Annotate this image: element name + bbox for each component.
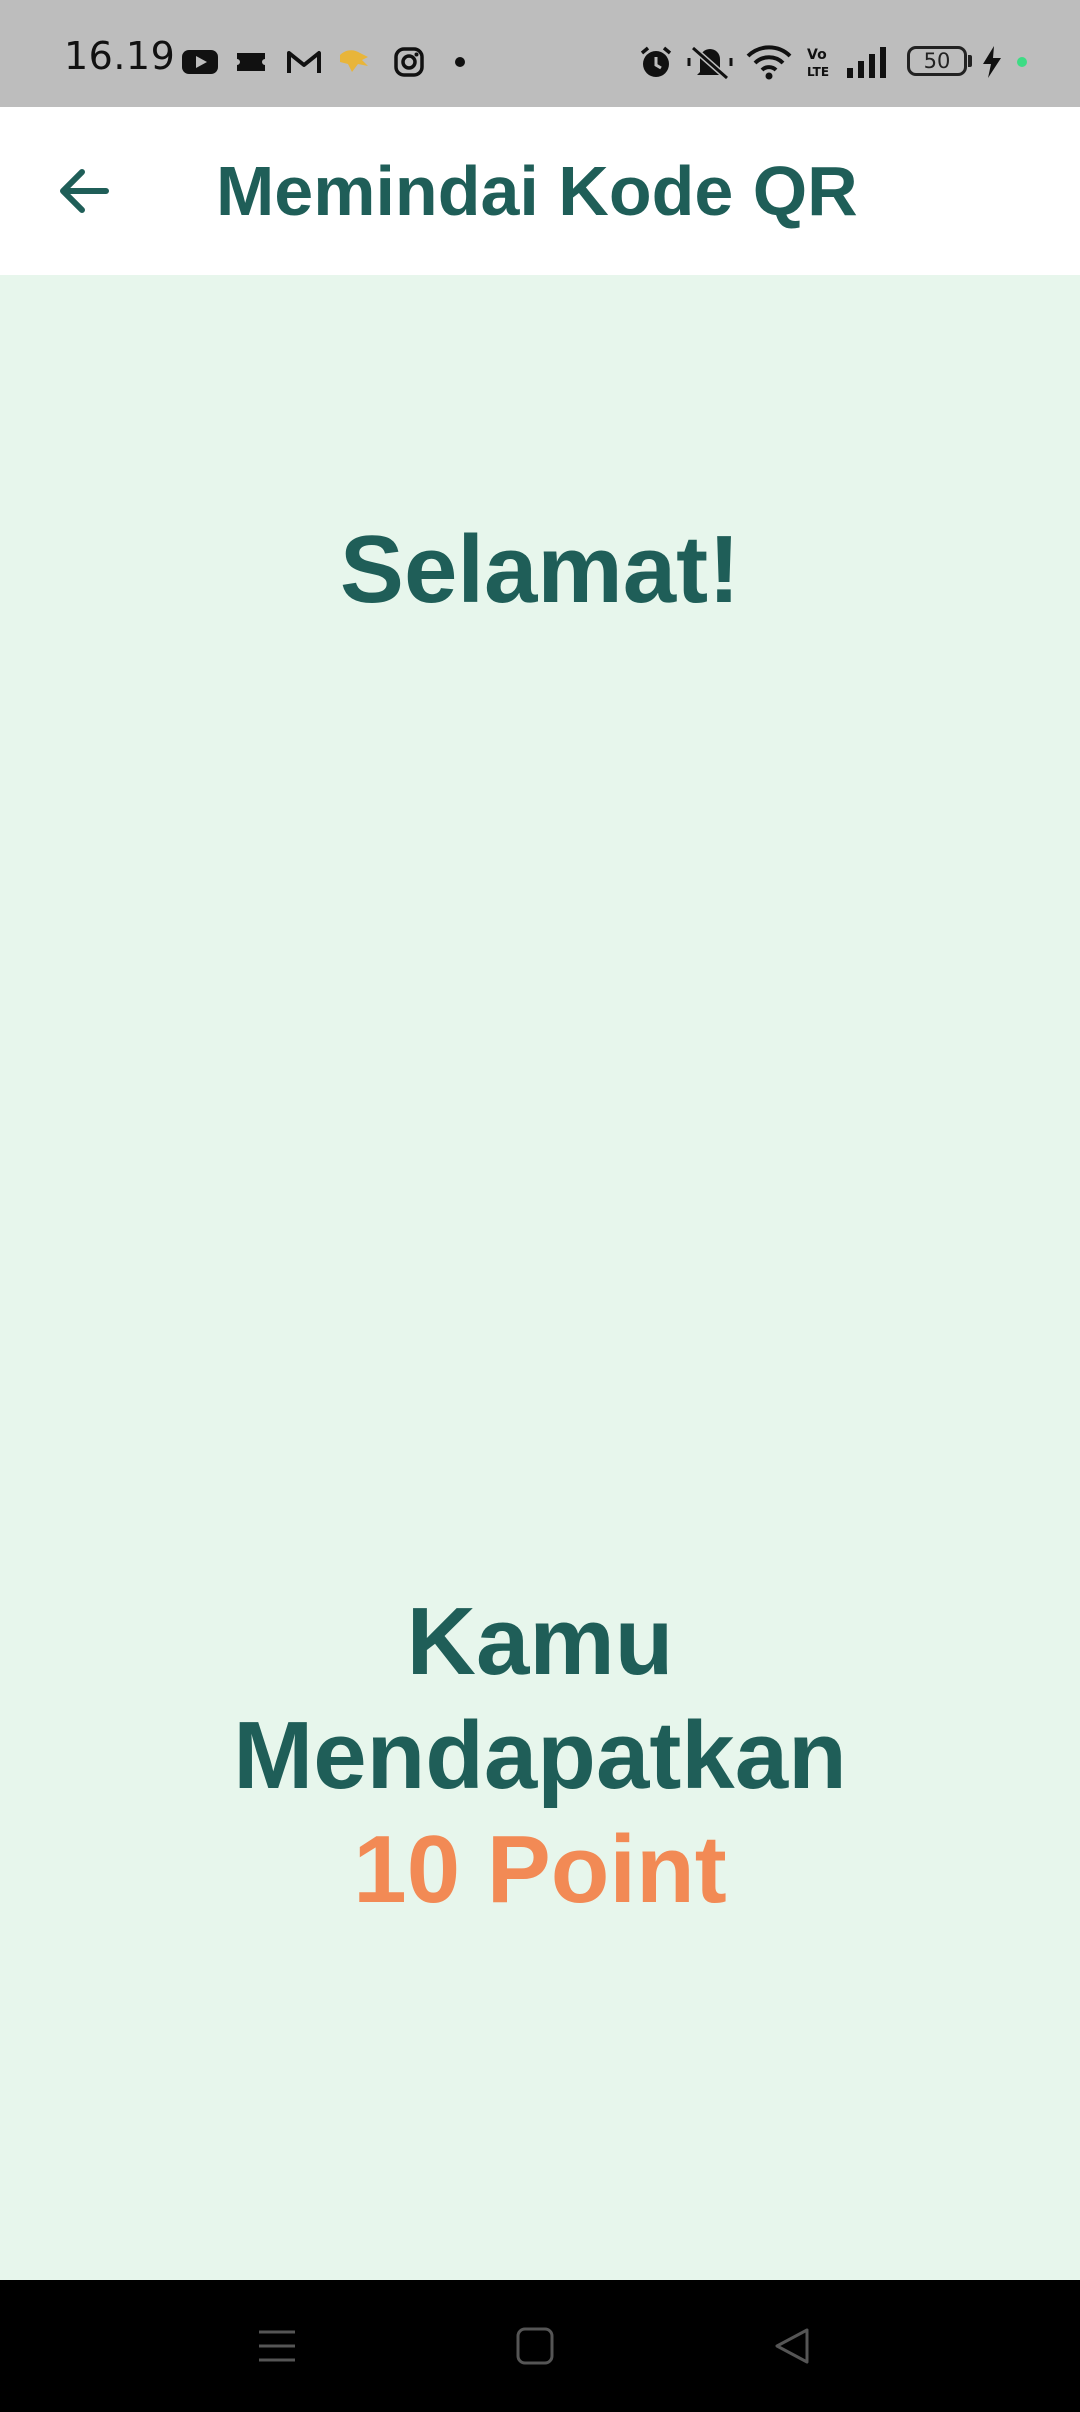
- nav-back-button[interactable]: [748, 2316, 838, 2376]
- signal-icon: [844, 42, 890, 82]
- system-nav-bar: [0, 2280, 1080, 2412]
- menu-icon: [259, 2330, 295, 2362]
- ticket-icon: [234, 42, 268, 82]
- svg-text:LTE: LTE: [807, 65, 829, 79]
- wifi-icon: [744, 42, 794, 82]
- green-dot-icon: [1012, 42, 1032, 82]
- menu-button[interactable]: [232, 2316, 322, 2376]
- congrats-heading: Selamat!: [339, 516, 741, 623]
- arrow-left-icon: [60, 169, 109, 213]
- reward-line-2: Mendapatkan: [233, 1702, 847, 1809]
- home-icon: [516, 2327, 554, 2365]
- page-title: Memindai Kode QR: [216, 152, 858, 230]
- battery-icon: 50: [907, 46, 967, 76]
- status-time: 16.19: [64, 34, 176, 78]
- back-triangle-icon: [775, 2328, 809, 2364]
- gmail-icon: [285, 42, 323, 82]
- mute-icon: [686, 42, 734, 82]
- app-bar: Memindai Kode QR: [0, 107, 1080, 275]
- svg-text:Vo: Vo: [807, 47, 827, 63]
- status-bar: 16.19 Vo LTE 50: [0, 0, 1080, 107]
- home-button[interactable]: [490, 2316, 580, 2376]
- alarm-icon: [636, 42, 676, 82]
- back-button[interactable]: [40, 151, 128, 231]
- lion-air-icon: [336, 42, 374, 82]
- youtube-icon: [180, 42, 220, 82]
- charging-icon: [978, 42, 1006, 82]
- reward-line-1: Kamu: [406, 1588, 674, 1695]
- battery-tip: [968, 55, 972, 67]
- volte-icon: Vo LTE: [804, 42, 834, 82]
- instagram-icon: [390, 42, 428, 82]
- dot-icon: [448, 42, 472, 82]
- main-content: Selamat! Kamu Mendapatkan 10 Point: [0, 275, 1080, 2280]
- reward-points: 10 Point: [353, 1816, 727, 1923]
- reward-message: Kamu Mendapatkan 10 Point: [0, 1585, 1080, 1927]
